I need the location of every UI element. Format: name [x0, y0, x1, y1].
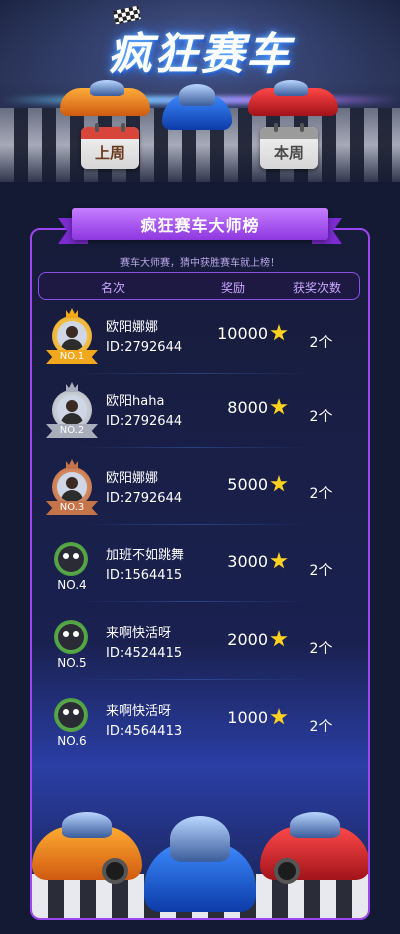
- table-row[interactable]: NO.3 欧阳娜娜 ID:2792644 5000 2个: [38, 453, 360, 525]
- race-scene: [32, 760, 368, 918]
- calendar-ring: [274, 123, 278, 132]
- player-id: ID:4564413: [106, 724, 183, 739]
- row-divider: [78, 447, 310, 448]
- rank-label: NO.2: [46, 424, 98, 438]
- player-id: ID:2792644: [106, 340, 183, 355]
- header-banner: 疯狂赛车: [0, 0, 400, 182]
- blue-race-car: [162, 82, 232, 130]
- this-week-label: 本周: [273, 144, 304, 162]
- win-count: 2个: [309, 563, 333, 579]
- calendar-ring: [95, 123, 99, 132]
- player-id: ID:1564415: [106, 568, 183, 583]
- board-title-ribbon: 疯狂赛车大师榜: [58, 208, 342, 244]
- star-icon: [270, 398, 288, 415]
- table-row[interactable]: NO.4 加班不如跳舞 ID:1564415 3000 2个: [38, 530, 360, 602]
- player-name: 加班不如跳舞: [106, 548, 185, 563]
- avatar: [54, 698, 88, 732]
- star-icon: [270, 475, 288, 492]
- rank-badge: NO.4: [46, 538, 98, 594]
- orange-race-car: [32, 806, 142, 886]
- crown-icon: [66, 308, 78, 318]
- board-subtitle: 赛车大师赛，猜中获胜赛车就上榜！: [120, 258, 280, 269]
- table-row[interactable]: NO.2 欧阳haha ID:2792644 8000 2个: [38, 376, 360, 448]
- win-count: 2个: [309, 409, 333, 425]
- table-row[interactable]: NO.6 来啊快活呀 ID:4564413 1000 2个: [38, 686, 360, 758]
- rank-label: NO.5: [57, 656, 87, 670]
- reward-value: 2000: [227, 630, 268, 649]
- player-name: 欧阳haha: [106, 394, 165, 409]
- row-divider: [78, 679, 310, 680]
- win-count: 2个: [309, 335, 333, 351]
- rank-label: NO.1: [46, 350, 98, 364]
- player-id: ID:2792644: [106, 414, 183, 429]
- avatar: [54, 542, 88, 576]
- table-row[interactable]: NO.5 来啊快活呀 ID:4524415 2000 2个: [38, 608, 360, 680]
- column-rank: 名次: [101, 281, 126, 295]
- row-divider: [78, 601, 310, 602]
- reward-value: 3000: [227, 552, 268, 571]
- calendar-icon: [260, 127, 318, 139]
- rank-label: NO.6: [57, 734, 87, 748]
- win-count: 2个: [309, 719, 333, 735]
- player-name: 欧阳娜娜: [106, 471, 159, 486]
- player-name: 来啊快活呀: [106, 704, 172, 719]
- calendar-icon: [81, 127, 139, 139]
- column-header: 名次 奖励 获奖次数: [38, 272, 360, 300]
- rank-badge: NO.6: [46, 694, 98, 750]
- calendar-ring: [300, 123, 304, 132]
- reward-value: 10000: [217, 324, 268, 343]
- red-race-car: [248, 78, 338, 116]
- player-id: ID:2792644: [106, 491, 183, 506]
- star-icon: [270, 324, 288, 341]
- rank-label: NO.4: [57, 578, 87, 592]
- reward-value: 1000: [227, 708, 268, 727]
- rank-label: NO.3: [46, 501, 98, 515]
- rank-badge: NO.5: [46, 616, 98, 672]
- orange-race-car: [60, 78, 150, 116]
- player-id: ID:4524415: [106, 646, 183, 661]
- table-row[interactable]: NO.1 欧阳娜娜 ID:2792644 10000 2个: [38, 302, 360, 374]
- rank-badge: NO.2: [46, 382, 98, 440]
- row-divider: [78, 373, 310, 374]
- blue-race-car: [144, 816, 256, 916]
- reward-value: 5000: [227, 475, 268, 494]
- star-icon: [270, 630, 288, 647]
- player-name: 欧阳娜娜: [106, 320, 159, 335]
- player-name: 来啊快活呀: [106, 626, 172, 641]
- calendar-ring: [121, 123, 125, 132]
- column-count: 获奖次数: [293, 281, 342, 295]
- avatar: [54, 620, 88, 654]
- win-count: 2个: [309, 641, 333, 657]
- reward-value: 8000: [227, 398, 268, 417]
- board-title: 疯狂赛车大师榜: [72, 208, 328, 240]
- crown-icon: [66, 459, 78, 469]
- win-count: 2个: [309, 486, 333, 502]
- last-week-label: 上周: [94, 144, 125, 162]
- star-icon: [270, 552, 288, 569]
- last-week-button[interactable]: 上周: [81, 123, 139, 169]
- rank-badge: NO.1: [46, 308, 98, 366]
- crown-icon: [66, 382, 78, 392]
- red-race-car: [260, 806, 368, 886]
- row-divider: [78, 524, 310, 525]
- star-icon: [270, 708, 288, 725]
- column-reward: 奖励: [221, 281, 246, 295]
- page-title: 疯狂赛车: [108, 29, 292, 80]
- this-week-button[interactable]: 本周: [260, 123, 318, 169]
- rank-badge: NO.3: [46, 459, 98, 517]
